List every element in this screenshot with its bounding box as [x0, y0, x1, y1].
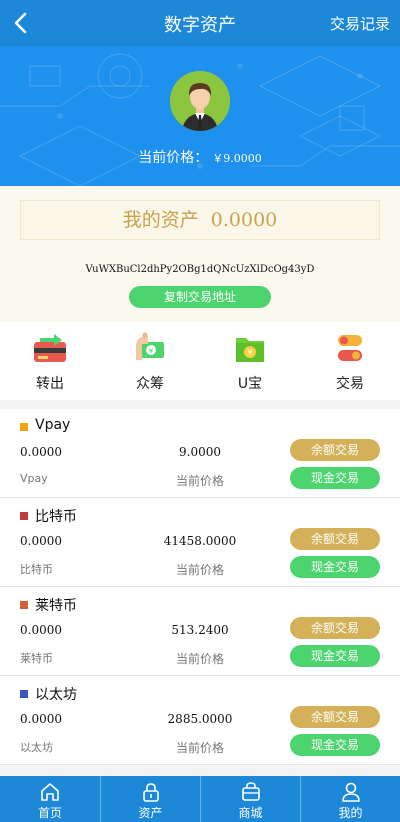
user-portrait-icon: [170, 71, 230, 131]
transaction-records-link[interactable]: 交易记录: [330, 13, 390, 34]
tab-label: 资产: [138, 806, 163, 820]
coin-name: 以太坊: [35, 687, 77, 703]
menu-item-u-treasure[interactable]: ¥ U宝: [200, 322, 300, 400]
tab-label: 商城: [238, 806, 263, 820]
current-price-line: 当前价格： ￥9.0000: [0, 147, 400, 167]
copy-address-button[interactable]: 复制交易地址: [129, 286, 271, 308]
coin-sub-label: 比特币: [20, 563, 53, 576]
coin-sub-label: Vpay: [20, 472, 48, 485]
tab-assets[interactable]: 资产: [100, 776, 200, 822]
user-icon: [342, 782, 360, 802]
menu-label: 众筹: [136, 376, 164, 392]
my-asset-box: 我的资产 0.0000: [20, 200, 380, 240]
balance-trade-button[interactable]: 余额交易: [290, 439, 380, 461]
coin-name: 莱特币: [35, 598, 77, 614]
crowdfund-icon: ¥: [136, 332, 164, 360]
coin-balance: 0.0000: [20, 623, 62, 637]
coin-balance: 0.0000: [20, 712, 62, 726]
quick-menu: 转出 ¥ 众筹 ¥ U宝 交易: [0, 322, 400, 400]
coin-price-label: 当前价格: [175, 474, 224, 488]
balance-trade-button[interactable]: 余额交易: [290, 617, 380, 639]
price-label: 当前价格：: [138, 150, 209, 166]
tab-mine[interactable]: 我的: [300, 776, 400, 822]
cash-trade-button[interactable]: 现金交易: [290, 556, 380, 578]
my-asset-label: 我的资产: [122, 209, 199, 231]
coin-price-label: 当前价格: [175, 652, 224, 666]
menu-item-crowdfund[interactable]: ¥ 众筹: [100, 322, 200, 400]
cash-trade-button[interactable]: 现金交易: [290, 734, 380, 756]
coin-sub-label: 莱特币: [20, 652, 53, 665]
coin-price-label: 当前价格: [175, 563, 224, 577]
menu-item-transfer-out[interactable]: 转出: [0, 322, 100, 400]
coin-price: 2885.0000: [167, 712, 233, 726]
wallet-address: VuWXBuCl2dhPy2OBg1dQNcUzXlDcOg43yD: [85, 264, 315, 275]
menu-label: 交易: [336, 376, 364, 392]
trade-toggle-icon: [338, 335, 362, 361]
tab-label: 我的: [338, 806, 363, 820]
shop-bag-icon: [242, 782, 260, 801]
coin-balance: 0.0000: [20, 445, 62, 459]
coin-color-marker: [20, 690, 28, 698]
lock-icon: [143, 783, 159, 802]
tab-shop[interactable]: 商城: [200, 776, 300, 822]
coin-name: 比特币: [35, 509, 77, 525]
coin-price: 41458.0000: [163, 534, 237, 548]
coin-price-label: 当前价格: [175, 741, 224, 755]
list-item: 以太坊 0.0000 以太坊 2885.0000 当前价格 余额交易 现金交易: [0, 676, 400, 765]
coin-price: 9.0000: [179, 445, 221, 459]
coin-color-marker: [20, 423, 28, 431]
svg-text:¥: ¥: [149, 347, 154, 355]
cash-trade-button[interactable]: 现金交易: [290, 467, 380, 489]
bottom-tab-bar: 首页 资产 商城 我的: [0, 776, 400, 822]
home-icon: [41, 783, 59, 801]
coin-color-marker: [20, 601, 28, 609]
transfer-out-icon: [34, 334, 66, 362]
price-value: ￥9.0000: [212, 152, 262, 165]
list-item: 莱特币 0.0000 莱特币 513.2400 当前价格 余额交易 现金交易: [0, 587, 400, 676]
avatar[interactable]: [170, 71, 230, 131]
coin-color-marker: [20, 512, 28, 520]
balance-trade-button[interactable]: 余额交易: [290, 706, 380, 728]
balance-trade-button[interactable]: 余额交易: [290, 528, 380, 550]
tab-home[interactable]: 首页: [0, 776, 100, 822]
list-item: Vpay 0.0000 Vpay 9.0000 当前价格 余额交易 现金交易: [0, 409, 400, 498]
tab-label: 首页: [37, 806, 62, 820]
menu-label: U宝: [237, 376, 263, 392]
menu-label: 转出: [36, 376, 64, 392]
hero-banner: 当前价格： ￥9.0000: [0, 46, 400, 186]
coin-sub-label: 以太坊: [20, 741, 53, 754]
coin-list: Vpay 0.0000 Vpay 9.0000 当前价格 余额交易 现金交易 比…: [0, 409, 400, 765]
my-asset-amount: 0.0000: [210, 209, 278, 231]
coin-balance: 0.0000: [20, 534, 62, 548]
u-treasure-wallet-icon: ¥: [236, 338, 264, 362]
cash-trade-button[interactable]: 现金交易: [290, 645, 380, 667]
coin-price: 513.2400: [171, 623, 229, 637]
top-bar: 数字资产 交易记录: [0, 0, 400, 46]
coin-name: Vpay: [35, 417, 71, 433]
asset-summary: 我的资产 0.0000 VuWXBuCl2dhPy2OBg1dQNcUzXlDcO…: [0, 186, 400, 322]
menu-item-trade[interactable]: 交易: [300, 322, 400, 400]
list-item: 比特币 0.0000 比特币 41458.0000 当前价格 余额交易 现金交易: [0, 498, 400, 587]
svg-text:¥: ¥: [247, 348, 252, 357]
